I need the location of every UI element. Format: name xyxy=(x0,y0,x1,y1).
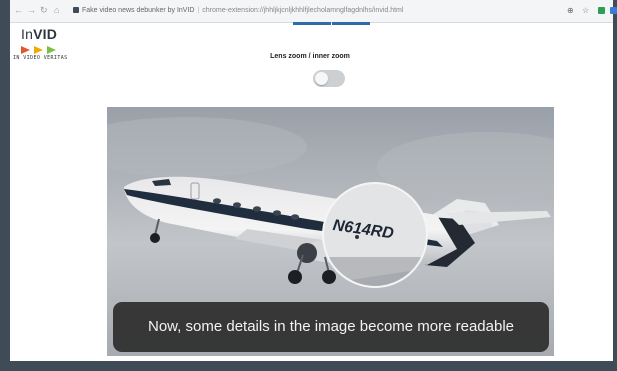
home-icon[interactable]: ⌂ xyxy=(54,6,59,15)
zoom-icon[interactable]: ⊕ xyxy=(567,6,574,15)
page-title: Fake video news debunker by InVID xyxy=(82,7,195,14)
reload-icon[interactable]: ↻ xyxy=(40,6,48,15)
zoom-mode-label: Lens zoom / inner zoom xyxy=(270,53,350,60)
browser-address-bar: ← → ↻ ⌂ Fake video news debunker by InVI… xyxy=(10,0,617,23)
zoom-mode-toggle[interactable] xyxy=(313,70,345,87)
back-icon[interactable]: ← xyxy=(14,6,23,15)
logo-tagline: IN VIDEO VERITAS xyxy=(13,55,68,61)
caption-overlay: Now, some details in the image become mo… xyxy=(113,302,549,352)
extension-icon-green[interactable] xyxy=(598,7,605,14)
tab-indicator-2[interactable] xyxy=(332,22,370,25)
window-frame-right xyxy=(613,0,617,371)
window-frame-left xyxy=(0,0,10,371)
logo-wordmark: InVID xyxy=(21,26,58,42)
toggle-knob xyxy=(315,72,328,85)
tab-indicator-1[interactable] xyxy=(293,22,331,25)
logo-play-icons xyxy=(21,46,56,54)
forward-icon[interactable]: → xyxy=(27,6,36,15)
url-path-text: chrome-extension://jhhljkjcnljkhhlfjlech… xyxy=(202,7,404,14)
site-favicon xyxy=(73,7,79,13)
url-field[interactable]: Fake video news debunker by InVID | chrome… xyxy=(82,6,403,15)
bookmark-star-icon[interactable]: ☆ xyxy=(582,6,589,15)
window-frame-bottom xyxy=(0,361,617,371)
extension-icon-blue[interactable] xyxy=(610,7,617,14)
